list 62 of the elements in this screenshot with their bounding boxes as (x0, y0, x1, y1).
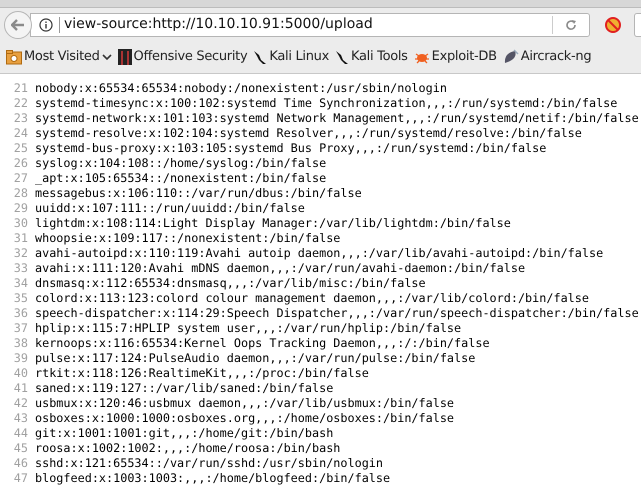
line-number: 31 (12, 231, 29, 246)
line-number: 27 (12, 171, 29, 186)
address-bar[interactable]: view-source:http://10.10.10.91:5000/upload (30, 12, 590, 36)
line-number: 22 (12, 96, 29, 111)
source-line: speech-dispatcher:x:114:29:Speech Dispatcher,,,:/var/run/speech-dispatcher:/bin/false (35, 306, 639, 321)
line-number: 32 (12, 246, 29, 261)
bookmark-link[interactable]: Kali Linux (253, 45, 330, 69)
bookmark-link[interactable]: Aircrack-ng (502, 45, 592, 69)
line-number: 26 (12, 156, 29, 171)
line-number: 40 (12, 366, 29, 381)
source-line: systemd-bus-proxy:x:103:105:systemd Bus Proxy,,,:/run/systemd:/bin/false (35, 141, 546, 156)
source-line: sshd:x:121:65534::/var/run/sshd:/usr/sbin/nologin (35, 456, 384, 471)
bookmark-link[interactable]: Kali Tools (335, 45, 408, 69)
source-line: hplip:x:115:7:HPLIP system user,,,:/var/run/hplip:/bin/false (35, 321, 462, 336)
source-line: nobody:x:65534:65534:nobody:/nonexistent:/usr/sbin/nologin (35, 81, 447, 96)
source-line: dnsmasq:x:112:65534:dnsmasq,,,:/var/lib/misc:/bin/false (35, 276, 426, 291)
source-line: systemd-timesync:x:100:102:systemd Time Synchronization,,,:/run/systemd:/bin/false (35, 96, 618, 111)
source-line: usbmux:x:120:46:usbmux daemon,,,:/var/lib/usbmux:/bin/false (35, 396, 454, 411)
line-number: 29 (12, 201, 29, 216)
source-line: uuidd:x:107:111::/run/uuidd:/bin/false (35, 201, 305, 216)
source-line: _apt:x:105:65534::/nonexistent:/bin/false (35, 171, 326, 186)
line-number: 46 (12, 456, 29, 471)
source-line: systemd-resolve:x:102:104:systemd Resolver,,,:/run/systemd/resolve:/bin/false (35, 126, 582, 141)
line-number: 30 (12, 216, 29, 231)
line-number: 44 (12, 426, 29, 441)
source-line: blogfeed:x:1003:1003:,,,:/home/blogfeed:/bin/false (35, 471, 390, 486)
line-number: 39 (12, 351, 29, 366)
line-number: 23 (12, 111, 29, 126)
line-number: 34 (12, 276, 29, 291)
line-number: 21 (12, 81, 29, 96)
line-number: 42 (12, 396, 29, 411)
line-number: 33 (12, 261, 29, 276)
source-line: pulse:x:117:124:PulseAudio daemon,,,:/var/run/pulse:/bin/false (35, 351, 476, 366)
source-line: whoopsie:x:109:117::/nonexistent:/bin/false (35, 231, 340, 246)
url-text: view-source:http://10.10.10.91:5000/upload (64, 15, 374, 34)
most-visited-menu[interactable]: Most Visited (6, 45, 112, 69)
source-line: syslog:x:104:108::/home/syslog:/bin/false (35, 156, 326, 171)
source-line: kernoops:x:116:65534:Kernel Oops Tracking Daemon,,,:/:/bin/false (35, 336, 490, 351)
source-line: systemd-network:x:101:103:systemd Network Management,,,:/run/systemd/netif:/bin/false (35, 111, 639, 126)
bookmark-link[interactable]: Offensive Security (118, 45, 248, 69)
source-line: messagebus:x:106:110::/var/run/dbus:/bin/false (35, 186, 362, 201)
source-line: rtkit:x:118:126:RealtimeKit,,,:/proc:/bin/false (35, 366, 369, 381)
source-line: lightdm:x:108:114:Light Display Manager:/var/lib/lightdm:/bin/false (35, 216, 511, 231)
source-line: osboxes:x:1000:1000:osboxes.org,,,:/home/osboxes:/bin/false (35, 411, 454, 426)
line-number: 41 (12, 381, 29, 396)
source-line: git:x:1001:1001:git,,,:/home/git:/bin/bash (35, 426, 334, 441)
line-number: 28 (12, 186, 29, 201)
line-number: 25 (12, 141, 29, 156)
line-number: 35 (12, 291, 29, 306)
line-number: 43 (12, 411, 29, 426)
line-number: 24 (12, 126, 29, 141)
source-line: colord:x:113:123:colord colour management daemon,,,:/var/lib/colord:/bin/false (35, 291, 589, 306)
line-number: 47 (12, 471, 29, 486)
source-line: roosa:x:1002:1002:,,,:/home/roosa:/bin/bash (35, 441, 340, 456)
source-line: avahi:x:111:120:Avahi mDNS daemon,,,:/var/run/avahi-daemon:/bin/false (35, 261, 526, 276)
line-number: 36 (12, 306, 29, 321)
line-number: 37 (12, 321, 29, 336)
source-line: saned:x:119:127::/var/lib/saned:/bin/false (35, 381, 334, 396)
bookmark-link[interactable]: Exploit-DB (414, 45, 497, 69)
source-line: avahi-autoipd:x:110:119:Avahi autoip daemon,,,:/var/lib/avahi-autoipd:/bin/false (35, 246, 604, 261)
line-number: 38 (12, 336, 29, 351)
line-number: 45 (12, 441, 29, 456)
